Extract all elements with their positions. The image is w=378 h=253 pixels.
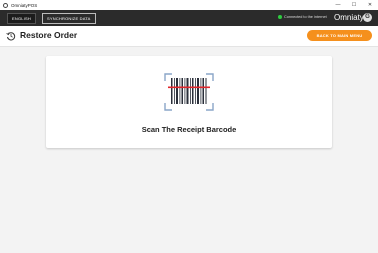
page-title: Restore Order bbox=[20, 30, 78, 40]
status-dot-icon bbox=[278, 15, 282, 19]
restore-icon bbox=[6, 32, 16, 41]
language-button[interactable]: ENGLISH bbox=[7, 13, 36, 24]
close-button[interactable]: ✕ bbox=[362, 0, 378, 10]
scan-card: Scan The Receipt Barcode bbox=[46, 56, 332, 148]
connection-status: Connected to the internet bbox=[278, 15, 327, 19]
page-header: Restore Order BACK TO MAIN MENU bbox=[0, 26, 378, 47]
barcode-scan-icon bbox=[164, 73, 214, 111]
maximize-button[interactable]: ☐ bbox=[346, 0, 362, 10]
window-controls: — ☐ ✕ bbox=[330, 0, 378, 10]
window-title: OmniatyPOS bbox=[11, 2, 38, 8]
synchronize-data-button[interactable]: SYNCHRONIZE DATA bbox=[42, 13, 96, 24]
top-app-bar: ENGLISH SYNCHRONIZE DATA Connected to th… bbox=[0, 10, 378, 26]
app-icon bbox=[3, 2, 8, 8]
scan-instruction: Scan The Receipt Barcode bbox=[141, 125, 237, 134]
back-to-main-menu-button[interactable]: BACK TO MAIN MENU bbox=[307, 30, 372, 41]
brand-logo-text: Omniaty bbox=[334, 13, 364, 22]
connection-status-text: Connected to the internet bbox=[284, 15, 327, 19]
brand-icon: G bbox=[363, 13, 372, 22]
minimize-button[interactable]: — bbox=[330, 0, 346, 10]
